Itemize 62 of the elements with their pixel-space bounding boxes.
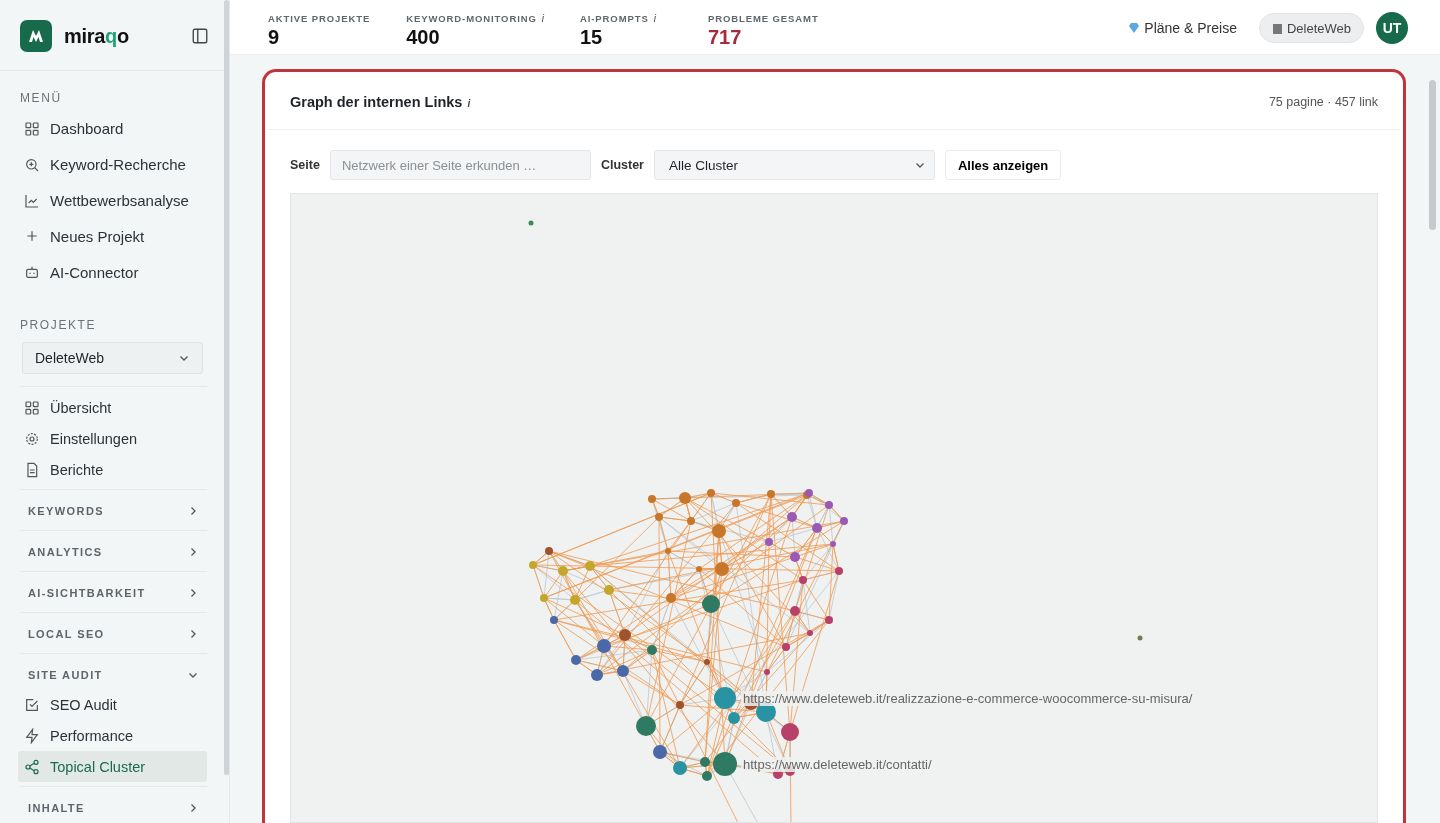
settings-icon: [24, 431, 40, 448]
field-label: Seite: [290, 158, 320, 172]
section-heading: MENÜ: [19, 91, 63, 105]
page-search-field[interactable]: Netzwerk einer Seite erkunden …: [329, 150, 591, 180]
robot-icon: [24, 264, 40, 281]
menu-item[interactable]: Keyword-Recherche: [18, 146, 207, 183]
user-avatar[interactable]: UT: [1376, 12, 1408, 44]
card-title: Graph der internen Links i: [290, 93, 471, 110]
brand-name: miraqo: [64, 24, 129, 48]
menu-item[interactable]: Neues Projekt: [18, 218, 207, 255]
graph-summary: 75 pagine · 457 link: [1268, 94, 1378, 109]
building-icon: [1271, 22, 1283, 34]
field-label: Cluster: [600, 158, 644, 172]
chart-icon: [24, 192, 40, 209]
menu-item[interactable]: AI-Connector: [18, 254, 207, 291]
menu-item[interactable]: Performance: [18, 720, 207, 752]
menu-item[interactable]: Übersicht: [18, 392, 207, 424]
section-toggle[interactable]: AI-SICHTBARKEIT: [28, 578, 199, 608]
stat-value: 717: [708, 26, 743, 48]
sidebar-toggle-icon[interactable]: [191, 27, 209, 45]
stat-value: 400: [406, 26, 441, 48]
section-toggle[interactable]: INHALTE: [28, 793, 199, 823]
plans-link[interactable]: Pläne & Preise: [1128, 20, 1237, 36]
graph-node-icon: [528, 220, 534, 226]
section-toggle[interactable]: LOCAL SEO: [28, 618, 199, 649]
stat-label: AI-PROMPTS: [580, 13, 649, 24]
stat-label: KEYWORD-MONITORING: [406, 13, 537, 24]
stat-label: AKTIVE PROJEKTE: [268, 13, 371, 24]
show-all-button[interactable]: Alles anzeigen: [944, 150, 1062, 180]
section-toggle[interactable]: ANALYTICS: [28, 537, 199, 568]
grid-icon: [24, 400, 40, 417]
menu-item[interactable]: Wettbewerbsanalyse: [18, 182, 207, 219]
stat-value: 15: [580, 26, 604, 48]
cluster-select[interactable]: Alle Cluster: [653, 150, 935, 180]
graph-node-icon: [1137, 635, 1143, 641]
menu-item[interactable]: Berichte: [18, 454, 207, 486]
info-icon[interactable]: i: [653, 13, 656, 24]
section-heading: PROJEKTE: [19, 318, 98, 333]
project-select[interactable]: DeleteWeb: [22, 342, 203, 374]
checkbox-icon: [24, 697, 40, 714]
scrollbar[interactable]: [1429, 80, 1436, 230]
stat-value: 9: [268, 26, 281, 48]
stat-label: PROBLEME GESAMT: [708, 13, 819, 24]
section-toggle[interactable]: SITE AUDIT: [28, 659, 199, 690]
page-url-label: https://www.deleteweb.it/contatti/: [741, 757, 934, 772]
scrollbar[interactable]: [224, 0, 229, 775]
info-icon[interactable]: i: [541, 13, 544, 24]
search-icon: [24, 156, 40, 173]
menu-item[interactable]: Dashboard: [18, 111, 207, 147]
diamond-icon: [1128, 22, 1141, 34]
grid-icon: [24, 120, 40, 137]
menu-item[interactable]: Topical Cluster: [18, 751, 207, 783]
share-icon: [24, 758, 40, 775]
info-icon[interactable]: i: [467, 97, 471, 109]
workspace-button[interactable]: DeleteWeb: [1258, 13, 1364, 43]
page-url-label: https://www.deleteweb.it/realizzazione-e-commerce-woocommerce-su-misura/: [741, 691, 1195, 706]
document-icon: [24, 462, 40, 478]
lightning-icon: [24, 727, 40, 744]
menu-item[interactable]: SEO Audit: [18, 689, 207, 721]
logo-icon: [20, 20, 52, 52]
menu-item[interactable]: Einstellungen: [18, 423, 207, 455]
section-toggle[interactable]: KEYWORDS: [28, 496, 199, 527]
